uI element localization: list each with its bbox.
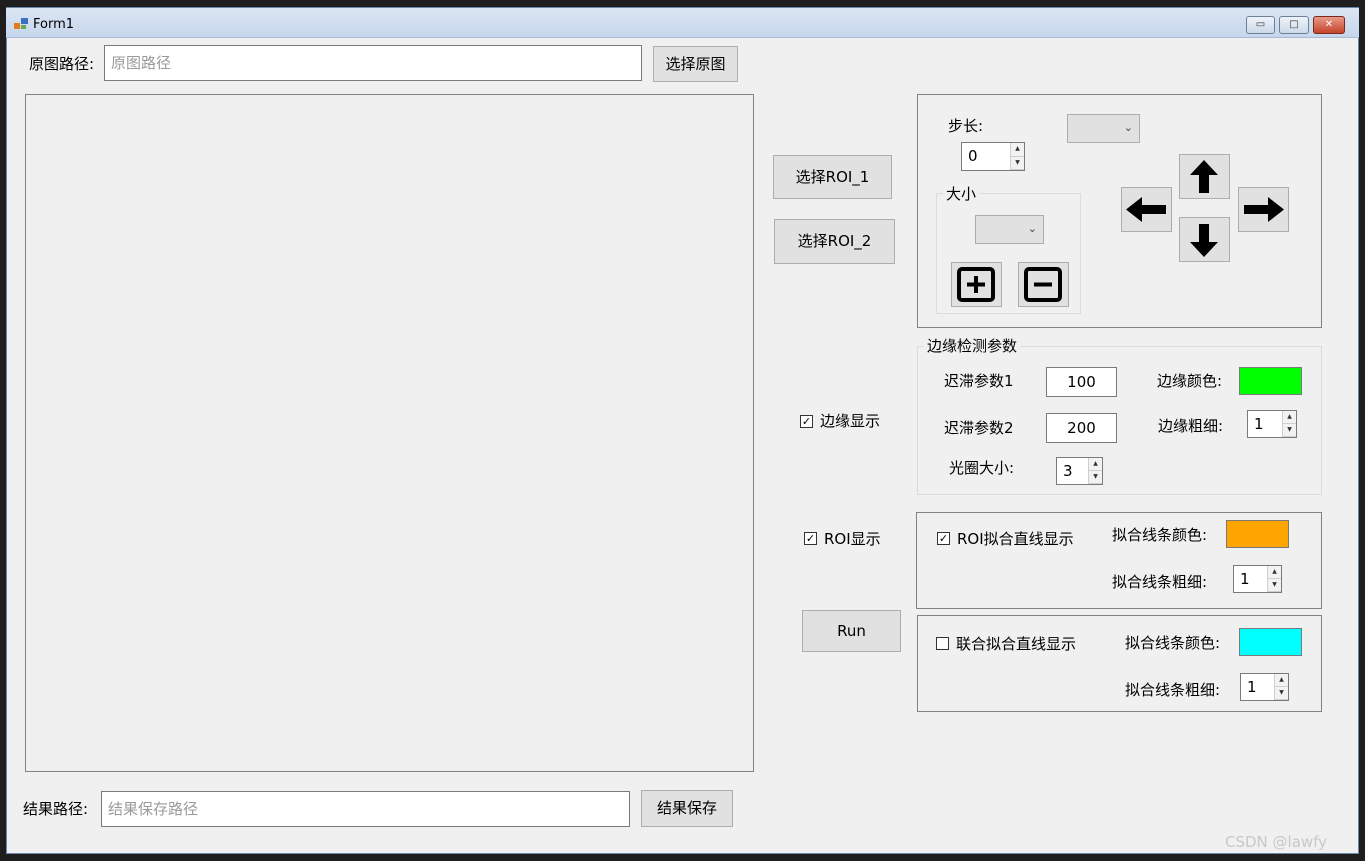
spin-down-icon[interactable]: ▼ <box>1089 471 1102 484</box>
maximize-button[interactable]: □ <box>1279 16 1309 34</box>
plus-icon <box>957 267 995 302</box>
window-title: Form1 <box>33 17 75 32</box>
source-path-input[interactable]: 原图路径 <box>104 45 642 81</box>
chevron-down-icon: ⌄ <box>1027 222 1037 235</box>
select-source-button[interactable]: 选择原图 <box>653 46 738 82</box>
move-down-button[interactable] <box>1179 217 1230 262</box>
left-arrow-icon <box>1126 197 1166 222</box>
right-arrow-icon <box>1244 197 1284 222</box>
select-roi2-button[interactable]: 选择ROI_2 <box>774 219 895 264</box>
watermark: CSDN @lawfy <box>1225 833 1328 851</box>
edge-display-label: 边缘显示 <box>820 412 881 430</box>
minimize-button[interactable]: ▭ <box>1246 16 1275 34</box>
select-roi1-button[interactable]: 选择ROI_1 <box>773 155 892 199</box>
spin-up-icon[interactable]: ▲ <box>1275 674 1288 687</box>
spin-down-icon[interactable]: ▼ <box>1275 687 1288 700</box>
spin-up-icon[interactable]: ▲ <box>1268 566 1281 579</box>
spin-down-icon[interactable]: ▼ <box>1283 424 1296 437</box>
edge-color-swatch[interactable] <box>1239 367 1302 395</box>
image-display-panel <box>25 94 754 772</box>
move-left-button[interactable] <box>1121 187 1172 232</box>
move-up-button[interactable] <box>1179 154 1230 199</box>
spin-down-icon[interactable]: ▼ <box>1011 156 1024 170</box>
size-group-title: 大小 <box>943 185 980 203</box>
joint-fit-checkbox[interactable] <box>936 637 949 650</box>
joint-fit-thickness-spin[interactable]: ▲ ▼ <box>1274 674 1288 700</box>
edge-display-checkbox[interactable]: ✓ <box>800 415 813 428</box>
joint-fit-color-label: 拟合线条颜色: <box>1125 634 1221 652</box>
roi-fit-color-swatch[interactable] <box>1226 520 1289 548</box>
hyst2-input[interactable]: 200 <box>1046 413 1117 443</box>
step-spin[interactable]: ▲ ▼ <box>1010 143 1024 170</box>
result-path-input[interactable]: 结果保存路径 <box>101 791 630 827</box>
edge-thickness-stepper[interactable]: 1 ▲ ▼ <box>1247 410 1297 438</box>
edge-thickness-spin[interactable]: ▲ ▼ <box>1282 411 1296 437</box>
edge-thickness-label: 边缘粗细: <box>1158 417 1224 435</box>
app-icon <box>14 18 28 29</box>
size-plus-button[interactable] <box>951 262 1002 307</box>
aperture-spin[interactable]: ▲ ▼ <box>1088 458 1102 484</box>
run-button[interactable]: Run <box>802 610 901 652</box>
spin-up-icon[interactable]: ▲ <box>1283 411 1296 424</box>
step-value: 0 <box>968 147 978 165</box>
roi-fit-thickness-label: 拟合线条粗细: <box>1112 573 1208 591</box>
move-right-button[interactable] <box>1238 187 1289 232</box>
roi-fit-color-label: 拟合线条颜色: <box>1112 526 1208 544</box>
close-button[interactable]: ✕ <box>1313 16 1345 34</box>
edge-color-label: 边缘颜色: <box>1157 372 1223 390</box>
roi-fit-thickness-stepper[interactable]: 1 ▲ ▼ <box>1233 565 1282 593</box>
chevron-down-icon: ⌄ <box>1123 121 1133 134</box>
result-path-label: 结果路径: <box>23 800 89 818</box>
spin-up-icon[interactable]: ▲ <box>1089 458 1102 471</box>
joint-fit-label: 联合拟合直线显示 <box>956 635 1077 653</box>
spin-down-icon[interactable]: ▼ <box>1268 579 1281 592</box>
joint-fit-thickness-stepper[interactable]: 1 ▲ ▼ <box>1240 673 1289 701</box>
edge-params-title: 边缘检测参数 <box>924 337 1021 355</box>
joint-fit-color-swatch[interactable] <box>1239 628 1302 656</box>
title-bar[interactable] <box>6 8 1359 38</box>
aperture-stepper[interactable]: 3 ▲ ▼ <box>1056 457 1103 485</box>
source-path-label: 原图路径: <box>29 55 95 73</box>
hyst1-label: 迟滞参数1 <box>944 372 1014 390</box>
joint-fit-thickness-label: 拟合线条粗细: <box>1125 681 1221 699</box>
hyst2-label: 迟滞参数2 <box>944 419 1014 437</box>
joint-fit-thickness-value: 1 <box>1247 678 1257 696</box>
step-label: 步长: <box>948 117 984 135</box>
step-combo[interactable]: ⌄ <box>1067 114 1140 143</box>
roi-fit-checkbox[interactable]: ✓ <box>937 532 950 545</box>
up-arrow-icon <box>1190 160 1218 193</box>
step-stepper[interactable]: 0 ▲ ▼ <box>961 142 1025 171</box>
roi-fit-label: ROI拟合直线显示 <box>957 530 1074 548</box>
size-combo[interactable]: ⌄ <box>975 215 1044 244</box>
roi-display-checkbox[interactable]: ✓ <box>804 532 817 545</box>
hyst1-input[interactable]: 100 <box>1046 367 1117 397</box>
edge-thickness-value: 1 <box>1254 415 1264 433</box>
size-minus-button[interactable] <box>1018 262 1069 307</box>
roi-fit-thickness-spin[interactable]: ▲ ▼ <box>1267 566 1281 592</box>
aperture-label: 光圈大小: <box>949 459 1015 477</box>
aperture-value: 3 <box>1063 462 1073 480</box>
save-result-button[interactable]: 结果保存 <box>641 790 733 827</box>
roi-fit-thickness-value: 1 <box>1240 570 1250 588</box>
spin-up-icon[interactable]: ▲ <box>1011 143 1024 157</box>
roi-display-label: ROI显示 <box>824 530 881 548</box>
down-arrow-icon <box>1190 224 1218 257</box>
minus-icon <box>1024 267 1062 302</box>
